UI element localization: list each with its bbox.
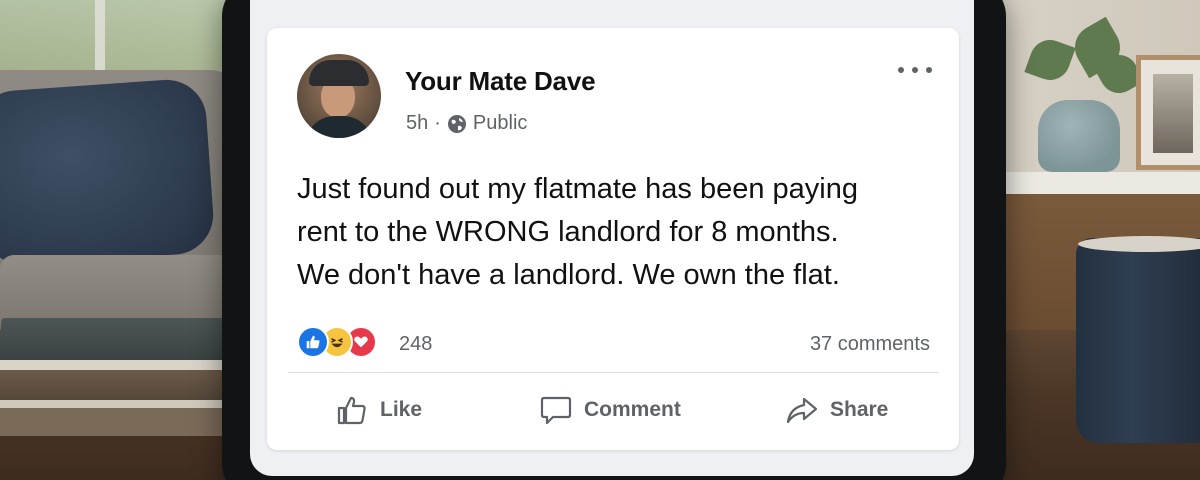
book <box>0 370 230 400</box>
divider <box>288 372 939 373</box>
plant-pot <box>1038 100 1120 172</box>
post-meta: 5h · Public <box>406 112 527 135</box>
post-text-line: rent to the WRONG landlord for 8 months. <box>297 216 839 248</box>
more-options-icon[interactable] <box>898 58 932 82</box>
thumbs-up-icon <box>337 396 366 425</box>
globe-icon <box>447 114 467 134</box>
post-text-line: Just found out my flatmate has been payi… <box>297 173 859 205</box>
post-text: Just found out my flatmate has been payi… <box>297 168 937 297</box>
book-pages <box>0 360 225 370</box>
meta-separator: · <box>434 112 441 134</box>
book-pages <box>0 400 225 408</box>
book <box>0 408 232 436</box>
cushion <box>0 77 216 268</box>
like-icon <box>297 326 329 358</box>
audience-label: Public <box>472 112 528 134</box>
share-label: Share <box>830 398 889 421</box>
avatar[interactable] <box>297 54 381 138</box>
timestamp[interactable]: 5h <box>406 112 428 135</box>
reaction-icons[interactable] <box>297 326 377 358</box>
comments-count-link[interactable]: 37 comments <box>810 333 930 356</box>
share-arrow-icon <box>786 397 818 424</box>
author-name[interactable]: Your Mate Dave <box>405 66 596 97</box>
mug <box>1076 238 1200 443</box>
like-label: Like <box>380 398 423 421</box>
book <box>0 318 232 360</box>
comment-button[interactable]: Comment <box>538 390 681 430</box>
post-text-line: We don't have a landlord. We own the fla… <box>297 259 840 291</box>
reaction-count[interactable]: 248 <box>399 333 432 356</box>
comment-label: Comment <box>584 398 681 421</box>
shelf <box>1000 172 1200 194</box>
share-button[interactable]: Share <box>784 390 888 430</box>
comment-icon <box>540 396 572 425</box>
photo-frame <box>1136 55 1200 170</box>
like-button[interactable]: Like <box>334 390 422 430</box>
